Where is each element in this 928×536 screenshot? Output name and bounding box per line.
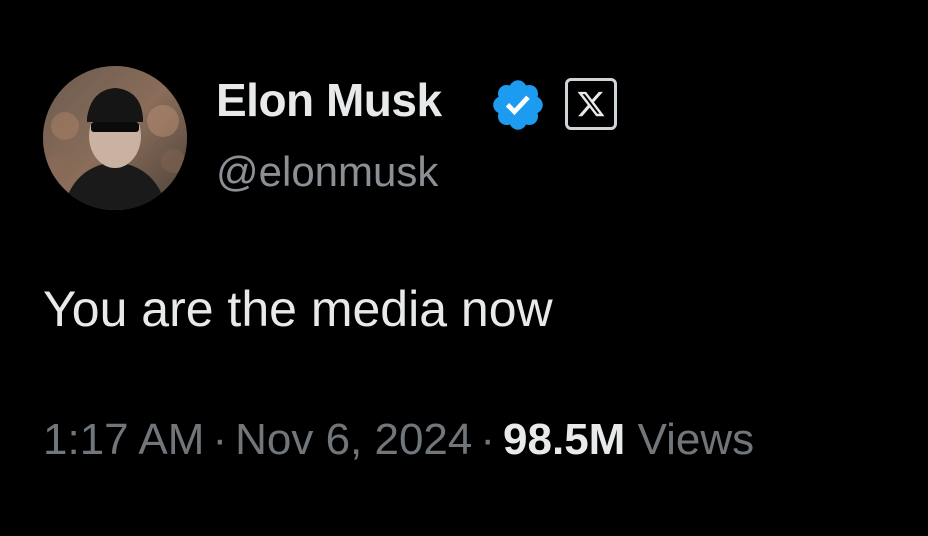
tweet-text: You are the media now — [43, 281, 553, 337]
display-name[interactable]: Elon Musk — [216, 72, 442, 128]
separator: · — [212, 415, 228, 464]
tweet-metadata: 1:17 AM · Nov 6, 2024 · 98.5M Views — [43, 412, 754, 468]
avatar[interactable] — [43, 66, 187, 210]
user-handle[interactable]: @elonmusk — [216, 146, 438, 198]
views-label: Views — [637, 415, 755, 464]
tweet-time[interactable]: 1:17 AM — [43, 415, 204, 464]
verified-badge-icon — [489, 76, 547, 134]
tweet-date[interactable]: Nov 6, 2024 — [235, 415, 472, 464]
separator: · — [480, 415, 496, 464]
views-count[interactable]: 98.5M — [503, 415, 625, 464]
x-logo-icon[interactable] — [565, 78, 617, 130]
tweet-card: Elon Musk @elonmusk You are the media no… — [0, 0, 928, 536]
